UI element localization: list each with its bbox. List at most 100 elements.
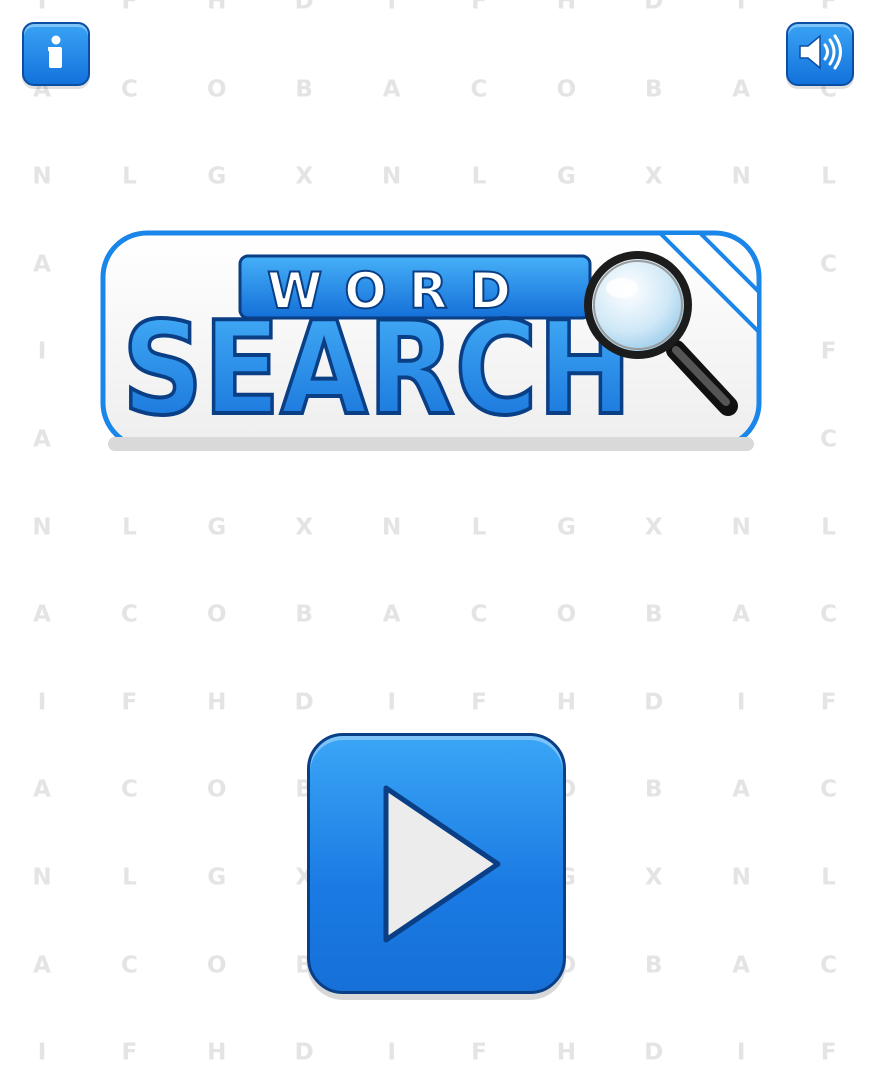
background-letter: N <box>731 514 751 541</box>
background-letter: F <box>121 689 138 716</box>
background-letter: X <box>295 163 314 190</box>
background-letter: B <box>645 952 663 979</box>
word-search-logo: WORD SEARCH <box>100 230 762 455</box>
background-letter: F <box>471 0 487 15</box>
background-letter: N <box>731 864 751 891</box>
speaker-icon <box>796 32 844 76</box>
background-letter: G <box>207 514 227 541</box>
background-letter: B <box>645 76 663 103</box>
play-button[interactable] <box>307 733 566 994</box>
background-letter: H <box>556 0 577 15</box>
background-letter: D <box>644 1039 664 1066</box>
background-letter: L <box>471 514 487 541</box>
background-letter: N <box>32 864 52 891</box>
background-letter: C <box>470 601 488 628</box>
background-letter: A <box>732 76 751 103</box>
background-letter: A <box>382 76 401 103</box>
background-letter: F <box>820 689 837 716</box>
background-letter: C <box>470 76 488 103</box>
background-letter: N <box>381 163 402 190</box>
background-letter: I <box>37 0 47 15</box>
background-letter: A <box>732 952 751 979</box>
background-letter: L <box>821 514 836 541</box>
background-letter: N <box>731 163 751 190</box>
background-letter: I <box>387 1039 396 1066</box>
background-letter: C <box>820 601 838 628</box>
background-letter: F <box>820 1039 837 1066</box>
background-letter: N <box>32 514 52 541</box>
sound-button[interactable] <box>786 22 854 86</box>
background-letter: L <box>471 163 487 190</box>
background-letter: F <box>820 338 837 365</box>
background-letter: X <box>295 514 314 541</box>
background-letter: H <box>207 1039 227 1066</box>
background-letter: I <box>736 689 746 716</box>
background-letter: X <box>644 864 663 891</box>
background-letter: G <box>556 514 576 541</box>
background-letter: F <box>471 1039 487 1066</box>
background-letter: C <box>820 776 838 803</box>
background-letter: I <box>736 1039 746 1066</box>
background-letter: N <box>32 163 52 190</box>
background-letter: B <box>295 76 313 103</box>
background-letter: D <box>294 1039 314 1066</box>
background-letter: I <box>387 0 396 15</box>
background-letter: L <box>122 514 137 541</box>
background-letter: A <box>33 776 51 803</box>
background-letter: L <box>821 163 836 190</box>
background-letter: D <box>644 689 664 716</box>
background-letter: H <box>556 1039 577 1066</box>
background-letter: B <box>645 776 663 803</box>
background-letter: O <box>207 76 227 103</box>
background-letter: O <box>207 952 227 979</box>
background-letter: O <box>207 776 227 803</box>
background-letter: A <box>382 601 401 628</box>
background-letter: I <box>37 689 47 716</box>
info-button[interactable] <box>22 22 90 86</box>
background-letter: C <box>820 426 838 453</box>
background-letter: X <box>644 163 663 190</box>
background-letter: C <box>120 952 138 979</box>
background-letter: F <box>121 0 138 15</box>
background-letter: A <box>33 251 51 278</box>
background-letter: D <box>644 0 664 15</box>
background-letter: H <box>207 689 227 716</box>
background-letter: C <box>120 776 138 803</box>
background-letter: B <box>295 601 313 628</box>
background-letter: B <box>645 601 663 628</box>
info-icon <box>46 35 66 73</box>
background-letter: C <box>120 601 138 628</box>
background-letter: A <box>732 601 751 628</box>
background-letter: L <box>122 864 137 891</box>
background-letter: A <box>732 776 751 803</box>
background-letter: X <box>644 514 663 541</box>
background-letter: G <box>207 163 227 190</box>
background-letter: C <box>820 251 838 278</box>
background-letter: F <box>820 0 837 15</box>
background-letter: L <box>122 163 137 190</box>
background-letter: D <box>294 0 314 15</box>
background-letter: F <box>471 689 487 716</box>
background-letter: G <box>556 163 576 190</box>
background-letter: G <box>207 864 227 891</box>
background-letter: L <box>821 864 836 891</box>
background-letter: N <box>381 514 402 541</box>
background-letter: O <box>207 601 227 628</box>
background-letter: D <box>294 689 314 716</box>
background-letter: O <box>556 76 577 103</box>
background-letter: A <box>33 426 51 453</box>
background-letter: I <box>37 338 47 365</box>
background-letter: I <box>736 0 746 15</box>
background-letter: C <box>820 952 838 979</box>
background-letter: H <box>207 0 227 15</box>
play-icon <box>383 785 501 943</box>
background-letter: O <box>556 601 577 628</box>
background-letter: I <box>387 689 396 716</box>
background-letter: A <box>33 601 51 628</box>
background-letter: I <box>37 1039 47 1066</box>
logo-search-text: SEARCH <box>122 295 632 444</box>
background-letter: H <box>556 689 577 716</box>
background-letter: F <box>121 1039 138 1066</box>
background-letter: A <box>33 952 51 979</box>
background-letter: C <box>120 76 138 103</box>
